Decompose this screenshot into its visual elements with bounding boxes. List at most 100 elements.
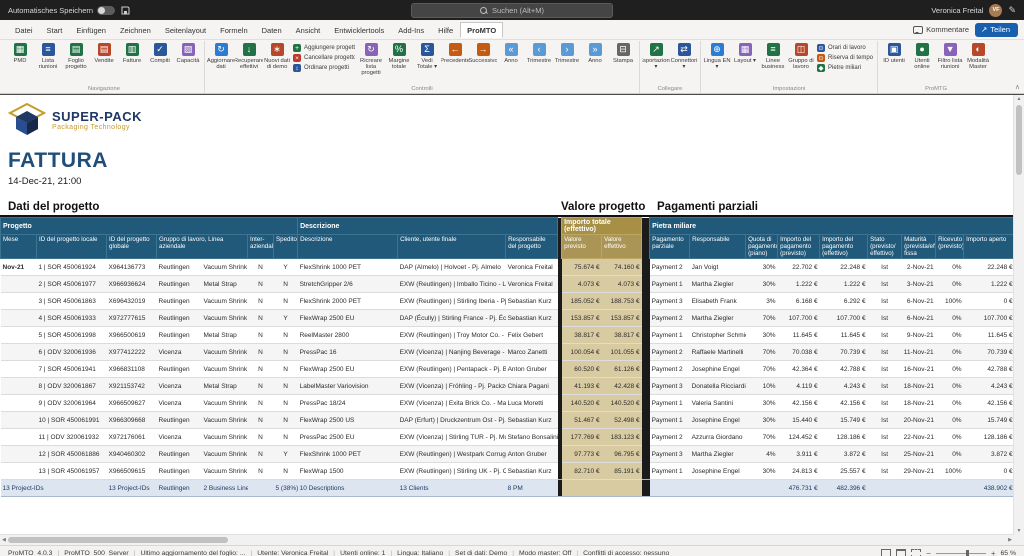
- cell-business-line[interactable]: Vacuum Shrink: [202, 344, 248, 361]
- menu-tab[interactable]: Einfügen: [69, 22, 113, 38]
- cell-value-actual[interactable]: 101.055 €: [602, 344, 642, 361]
- cell-intercompany[interactable]: N: [248, 412, 274, 429]
- cell-description[interactable]: FlexShrink 1000 PET: [298, 259, 398, 276]
- cell-shipped[interactable]: Y: [274, 446, 298, 463]
- cell-description[interactable]: LabelMaster Variovision: [298, 378, 398, 395]
- menu-tab[interactable]: ProMTO: [460, 22, 503, 38]
- cell-description[interactable]: ReelMaster 2800: [298, 327, 398, 344]
- cell-payment-quota[interactable]: 30%: [746, 412, 778, 429]
- cell-month[interactable]: [1, 429, 37, 446]
- horizontal-scrollbar[interactable]: ◀ ▶: [0, 534, 1014, 545]
- menu-tab[interactable]: Daten: [255, 22, 289, 38]
- cell-maturity[interactable]: 6-Nov-21: [902, 293, 936, 310]
- ribbon-button[interactable]: ◫ Gruppo di lavoro: [787, 41, 815, 70]
- cell-intercompany[interactable]: N: [248, 429, 274, 446]
- cell-intercompany[interactable]: N: [248, 327, 274, 344]
- cell-local-id[interactable]: 7 | SOR 450061941: [37, 361, 107, 378]
- column-header-partial-payment[interactable]: Pagamento parziale: [650, 235, 690, 259]
- cell-business-line[interactable]: Metal Strap: [202, 276, 248, 293]
- comments-button[interactable]: Kommentare: [913, 25, 969, 34]
- cell-value-actual[interactable]: 61.126 €: [602, 361, 642, 378]
- cell-payment-planned[interactable]: 4.119 €: [778, 378, 820, 395]
- zoom-in-button[interactable]: +: [991, 550, 996, 556]
- cell-month[interactable]: [1, 276, 37, 293]
- page-layout-view-icon[interactable]: [896, 549, 906, 556]
- cell-intercompany[interactable]: N: [248, 361, 274, 378]
- cell-value-actual[interactable]: 140.520 €: [602, 395, 642, 412]
- cell-open-amount[interactable]: 3.872 €: [964, 446, 1015, 463]
- cell-received[interactable]: 0%: [936, 327, 964, 344]
- ribbon-button[interactable]: ↓ Recuperare effettivi: [235, 41, 263, 70]
- footer-workgroup[interactable]: Reutlingen: [157, 480, 202, 497]
- column-header-description[interactable]: Descrizione: [298, 235, 398, 259]
- cell-project-manager[interactable]: Chiara Pagani: [506, 378, 558, 395]
- cell-project-manager[interactable]: Veronica Freital: [506, 276, 558, 293]
- cell-month[interactable]: [1, 463, 37, 480]
- cell-local-id[interactable]: 8 | ODV 320061867: [37, 378, 107, 395]
- column-header-global-id[interactable]: ID del progetto globale: [107, 235, 157, 259]
- cell-workgroup[interactable]: Reutlingen: [157, 259, 202, 276]
- cell-month[interactable]: [1, 344, 37, 361]
- cell-local-id[interactable]: 1 | SOR 450061924: [37, 259, 107, 276]
- column-header-payment-quota[interactable]: Quota di pagamento (piano): [746, 235, 778, 259]
- cell-status[interactable]: Ist: [868, 412, 902, 429]
- cell-business-line[interactable]: Vacuum Shrink: [202, 446, 248, 463]
- zoom-slider-thumb[interactable]: [966, 550, 969, 556]
- cell-value-planned[interactable]: 60.520 €: [562, 361, 602, 378]
- cell-global-id[interactable]: X977412222: [107, 344, 157, 361]
- cell-global-id[interactable]: X966500619: [107, 327, 157, 344]
- cell-month[interactable]: [1, 293, 37, 310]
- column-header-project-manager[interactable]: Responsabile del progetto: [506, 235, 558, 259]
- footer-clients[interactable]: 13 Clients: [398, 480, 506, 497]
- cell-workgroup[interactable]: Vicenza: [157, 429, 202, 446]
- cell-value-actual[interactable]: 153.857 €: [602, 310, 642, 327]
- cell-partial-payment[interactable]: Payment 2: [650, 429, 690, 446]
- cell-payment-actual[interactable]: 3.872 €: [820, 446, 868, 463]
- cell-business-line[interactable]: Metal Strap: [202, 327, 248, 344]
- column-header-status[interactable]: Stato (previsto/ effettivo): [868, 235, 902, 259]
- menu-tab[interactable]: Start: [40, 22, 70, 38]
- ribbon-button[interactable]: « Anno: [497, 41, 525, 64]
- cell-payment-planned[interactable]: 6.168 €: [778, 293, 820, 310]
- cell-value-planned[interactable]: 153.857 €: [562, 310, 602, 327]
- column-header-payment-actual[interactable]: Importo del pagamento (effettivo): [820, 235, 868, 259]
- cell-status[interactable]: Ist: [868, 259, 902, 276]
- cell-project-manager[interactable]: Luca Moretti: [506, 395, 558, 412]
- cell-payment-responsible[interactable]: Christopher Schmic: [690, 327, 746, 344]
- cell-description[interactable]: FlexWrap 1500: [298, 463, 398, 480]
- cell-intercompany[interactable]: N: [248, 463, 274, 480]
- cell-month[interactable]: [1, 378, 37, 395]
- cell-workgroup[interactable]: Vicenza: [157, 395, 202, 412]
- cell-business-line[interactable]: Vacuum Shrink: [202, 293, 248, 310]
- cell-client[interactable]: EXW (Reutlingen) | Stirling UK - Pj. Cov…: [398, 463, 506, 480]
- cell-partial-payment[interactable]: Payment 1: [650, 412, 690, 429]
- vertical-scrollbar[interactable]: ▲ ▼: [1013, 95, 1024, 535]
- scroll-right-arrow[interactable]: ▶: [1008, 536, 1012, 544]
- column-header-client[interactable]: Cliente, utente finale: [398, 235, 506, 259]
- cell-intercompany[interactable]: N: [248, 259, 274, 276]
- menu-tab[interactable]: Entwicklertools: [327, 22, 391, 38]
- cell-description[interactable]: FlexWrap 2500 EU: [298, 310, 398, 327]
- cell-value-planned[interactable]: 97.773 €: [562, 446, 602, 463]
- cell-intercompany[interactable]: N: [248, 310, 274, 327]
- cell-partial-payment[interactable]: Payment 3: [650, 446, 690, 463]
- cell-payment-quota[interactable]: 70%: [746, 310, 778, 327]
- cell-received[interactable]: 0%: [936, 276, 964, 293]
- zoom-slider[interactable]: [936, 553, 986, 554]
- cell-workgroup[interactable]: Reutlingen: [157, 293, 202, 310]
- cell-payment-responsible[interactable]: Valeria Santini: [690, 395, 746, 412]
- cell-value-planned[interactable]: 82.710 €: [562, 463, 602, 480]
- cell-received[interactable]: 0%: [936, 259, 964, 276]
- cell-received[interactable]: 0%: [936, 361, 964, 378]
- cell-status[interactable]: Ist: [868, 361, 902, 378]
- cell-business-line[interactable]: Metal Strap: [202, 378, 248, 395]
- cell-open-amount[interactable]: 0 €: [964, 293, 1015, 310]
- collapse-ribbon-button[interactable]: ∧: [1015, 83, 1020, 91]
- cell-payment-planned[interactable]: 70.038 €: [778, 344, 820, 361]
- cell-global-id[interactable]: X964136773: [107, 259, 157, 276]
- ribbon-button[interactable]: ▥ Fatture: [118, 41, 146, 64]
- cell-local-id[interactable]: 5 | SOR 450061998: [37, 327, 107, 344]
- cell-shipped[interactable]: Y: [274, 259, 298, 276]
- group-header-total-amount[interactable]: Importo totale (effettivo): [562, 218, 642, 235]
- cell-business-line[interactable]: Vacuum Shrink: [202, 310, 248, 327]
